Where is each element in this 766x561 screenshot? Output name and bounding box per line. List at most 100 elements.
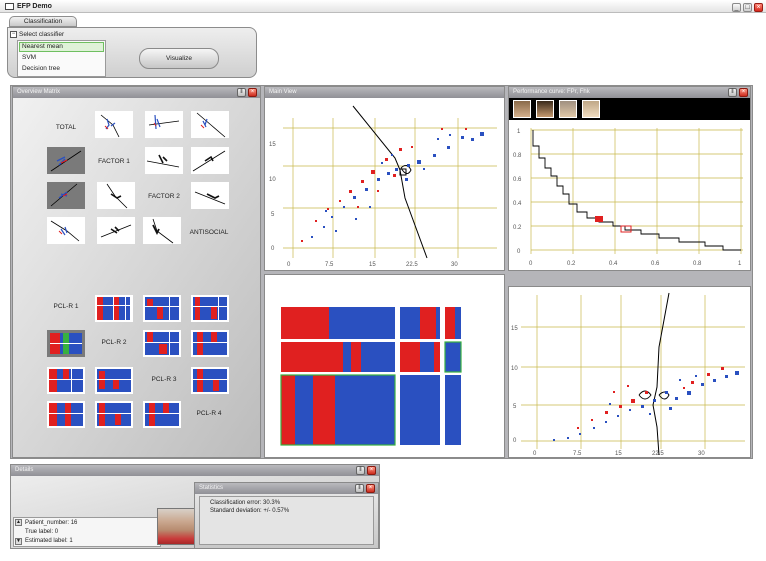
x-tick: 0 (529, 261, 533, 267)
field-patient-number: Patient_number: 16 (25, 520, 78, 526)
y-tick: 0.4 (513, 201, 522, 207)
panel-close-icon[interactable]: × (367, 466, 376, 475)
visualize-label: Visualize (166, 55, 192, 62)
option-decision-tree[interactable]: Decision tree (19, 64, 104, 74)
scatter-thumb[interactable] (191, 111, 229, 138)
mosaic-thumb[interactable] (47, 401, 85, 428)
classifier-list: Nearest mean SVM Decision tree (17, 40, 106, 77)
mosaic-thumb[interactable] (143, 330, 181, 357)
x-tick: 0 (287, 262, 291, 268)
x-tick: 0.8 (693, 261, 702, 267)
panel-restore-icon[interactable]: ‖ (356, 466, 365, 475)
panel-restore-icon[interactable]: ‖ (237, 88, 246, 97)
field-estimated-label: Estimated label: 1 (25, 538, 73, 544)
y-tick: 0.8 (513, 153, 522, 159)
x-tick: 15 (615, 451, 622, 457)
patient-photo[interactable] (559, 100, 577, 118)
label-antisocial: ANTISOCIAL (189, 229, 229, 236)
patient-face-image (157, 508, 195, 545)
minimize-button[interactable]: _ (732, 3, 741, 12)
statistics-title: Statistics (195, 483, 378, 494)
mosaic-thumb[interactable] (95, 401, 133, 428)
option-svm[interactable]: SVM (19, 53, 104, 63)
x-tick: 30 (451, 262, 458, 268)
visualize-button[interactable]: Visualize (139, 48, 219, 69)
classifier-panel: − Select classifier Nearest mean SVM Dec… (7, 27, 257, 78)
patient-photo[interactable] (536, 100, 554, 118)
standard-deviation: Standard deviation: +/- 0.57% (210, 508, 290, 514)
panel-close-icon[interactable]: × (248, 88, 257, 97)
maximize-button[interactable]: □ (743, 3, 752, 12)
app-icon (5, 3, 14, 10)
x-tick: 30 (698, 451, 705, 457)
label-factor-2: FACTOR 2 (148, 193, 180, 200)
mosaic-thumb[interactable] (47, 367, 85, 394)
panel-close-icon[interactable]: × (366, 484, 375, 493)
x-tick: 0 (533, 451, 537, 457)
scatter-thumb[interactable] (145, 111, 183, 138)
window-title: EFP Demo (17, 3, 52, 10)
tab-label: Classification (23, 18, 63, 25)
overview-matrix-panel: Overview Matrix ‖ × TOTAL FACTOR 1 FACTO… (12, 86, 261, 458)
performance-panel: Performance curve: FPr, Fhk ‖ × 1 0.8 0.… (508, 86, 751, 271)
scatter-thumb[interactable] (95, 111, 133, 138)
patient-photo[interactable] (582, 100, 600, 118)
field-true-label: True label: 0 (25, 529, 59, 535)
label-factor-1: FACTOR 1 (98, 158, 130, 165)
scatter-thumb-selected[interactable] (47, 182, 85, 209)
statistics-content: Classification error: 30.3% Standard dev… (199, 496, 374, 545)
label-total: TOTAL (55, 124, 77, 131)
option-nearest-mean[interactable]: Nearest mean (19, 42, 104, 52)
lower-scatter-plot[interactable]: 15 10 5 0 0 7.5 15 22.5 30 (509, 287, 750, 457)
panel-restore-icon[interactable]: ‖ (728, 88, 737, 97)
mosaic-thumb[interactable] (191, 367, 229, 394)
classification-error: Classification error: 30.3% (210, 500, 281, 506)
label-pcl-r-2: PCL-R 2 (101, 339, 127, 346)
scroll-up-icon[interactable]: ▲ (15, 519, 22, 526)
y-tick: 5 (513, 404, 517, 410)
scatter-thumb[interactable] (97, 182, 135, 209)
scatter-thumb[interactable] (145, 147, 183, 174)
y-tick: 10 (511, 366, 518, 372)
y-tick: 0.6 (513, 177, 522, 183)
scatter-thumb-selected[interactable] (47, 147, 85, 174)
label-pcl-r-1: PCL-R 1 (53, 303, 79, 310)
performance-title: Performance curve: FPr, Fhk (509, 87, 750, 98)
y-tick: 0 (513, 438, 517, 444)
mosaic-thumb[interactable] (191, 295, 229, 322)
panel-restore-icon[interactable]: ‖ (355, 484, 364, 493)
collapse-toggle-icon[interactable]: − (10, 31, 17, 38)
mosaic-thumb[interactable] (143, 401, 181, 428)
x-tick: 22.5 (652, 451, 664, 457)
close-button[interactable]: × (754, 3, 763, 12)
patient-photo[interactable] (513, 100, 531, 118)
x-tick: 7.5 (573, 451, 582, 457)
x-tick: 0.2 (567, 261, 576, 267)
performance-curve-chart[interactable]: 1 0.8 0.6 0.4 0.2 0 0 0.2 0.4 0.6 0.8 1 (509, 120, 750, 270)
panel-close-icon[interactable]: × (739, 88, 748, 97)
mosaic-thumb[interactable] (95, 367, 133, 394)
details-fields: ▲ ▼ Patient_number: 16 True label: 0 Est… (13, 517, 161, 547)
mosaic-panel (264, 274, 505, 458)
mosaic-plot[interactable] (265, 275, 504, 457)
x-tick: 1 (738, 261, 742, 267)
mosaic-thumb[interactable] (95, 295, 133, 322)
mosaic-thumb[interactable] (143, 295, 181, 322)
lower-scatter-panel: 15 10 5 0 0 7.5 15 22.5 30 (508, 286, 751, 458)
mosaic-thumb[interactable] (191, 330, 229, 357)
main-scatter-plot[interactable]: 0 7.5 15 22.5 30 15 10 5 0 (265, 98, 504, 270)
classifier-header: Select classifier (19, 31, 65, 38)
scatter-thumb[interactable] (47, 217, 85, 244)
mosaic-thumb-selected[interactable] (47, 330, 85, 357)
scatter-thumb[interactable] (191, 182, 229, 209)
window-titlebar: EFP Demo _ □ × (0, 0, 766, 13)
scatter-thumb[interactable] (143, 217, 181, 244)
y-tick: 0.2 (513, 225, 522, 231)
tab-classification[interactable]: Classification (9, 16, 77, 27)
y-tick: 15 (269, 142, 276, 148)
scatter-thumb[interactable] (191, 147, 229, 174)
x-tick: 0.6 (651, 261, 660, 267)
label-pcl-r-4: PCL-R 4 (196, 410, 222, 417)
scroll-down-icon[interactable]: ▼ (15, 538, 22, 545)
scatter-thumb[interactable] (97, 217, 135, 244)
